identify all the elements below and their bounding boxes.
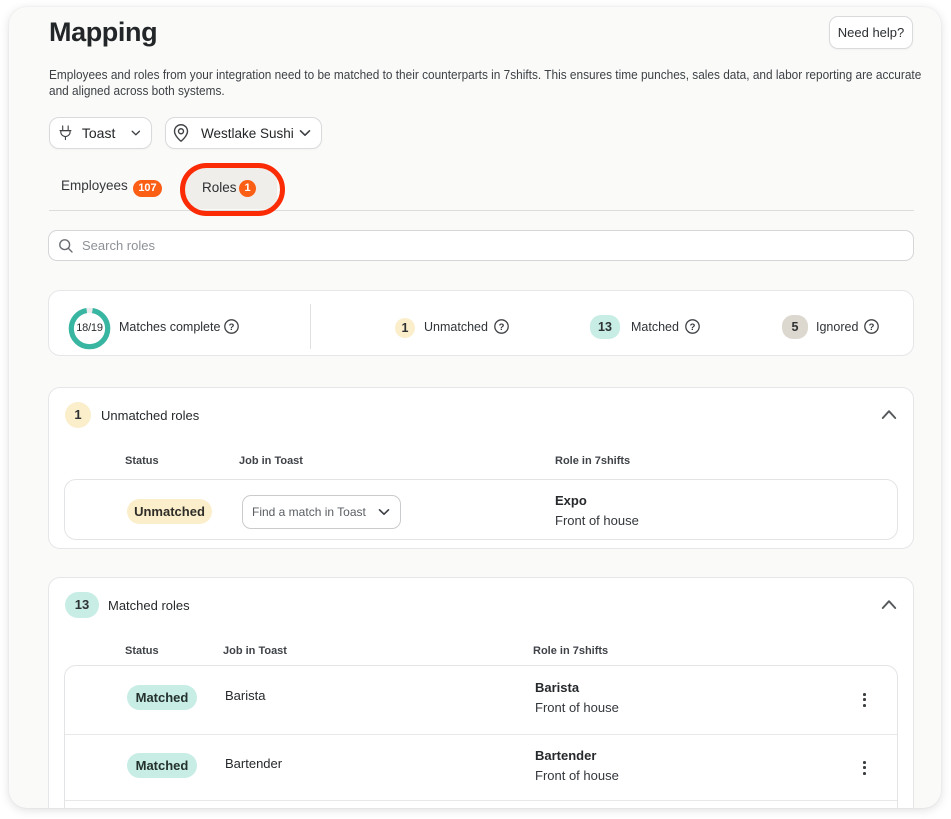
svg-text:?: ?: [869, 322, 875, 333]
svg-text:?: ?: [229, 322, 235, 333]
svg-text:?: ?: [499, 322, 505, 333]
svg-text:?: ?: [690, 322, 696, 333]
